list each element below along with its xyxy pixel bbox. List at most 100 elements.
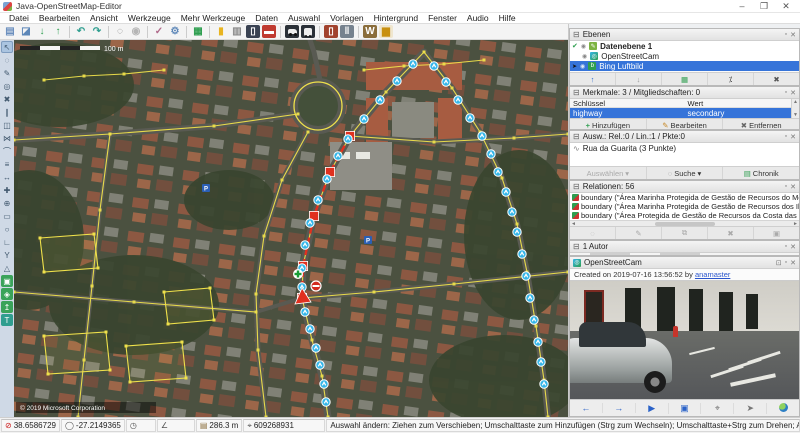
upload-osm-icon[interactable]: ↑ — [51, 25, 65, 38]
bus-icon[interactable] — [301, 25, 315, 38]
relation-edit-button[interactable]: ✎ — [616, 227, 662, 239]
detach-panel-icon[interactable]: ⊡ — [776, 259, 782, 267]
layer-visible-icon[interactable]: ◉ — [580, 63, 585, 70]
relation-duplicate-button[interactable]: ⧉ — [662, 227, 708, 239]
postbox-icon[interactable]: ▬ — [262, 25, 276, 38]
select-dropdown-button[interactable]: Auswählen ▾ — [570, 167, 647, 179]
collapse-icon[interactable]: ⊟ — [573, 30, 580, 39]
tags-scrollbar[interactable]: ▲ ▼ — [791, 99, 799, 118]
tool-zoom[interactable]: ◎ — [1, 80, 13, 92]
tool-draw[interactable]: ✎ — [1, 67, 13, 79]
osc-toggle-3[interactable]: ↥ — [1, 301, 13, 313]
history-icon[interactable]: ◉ — [129, 25, 143, 38]
photo-author-link[interactable]: anamaster — [695, 270, 730, 279]
stick-panel-icon[interactable]: ▫ — [785, 183, 787, 191]
wikipedia-icon[interactable]: W — [363, 25, 377, 38]
stick-panel-icon[interactable]: ▫ — [785, 89, 787, 97]
maximize-button[interactable]: ❐ — [753, 1, 775, 12]
download-osm-icon[interactable]: ↓ — [35, 25, 49, 38]
menu-hintergrund[interactable]: Hintergrund — [369, 13, 423, 23]
stick-panel-icon[interactable]: ▫ — [785, 243, 787, 251]
relation-list-item[interactable]: boundary ("Área Protegida de Gestão de R… — [570, 211, 799, 220]
layer-down-button[interactable]: ↓ — [616, 73, 662, 85]
add-tag-button[interactable]: + Hinzufügen — [570, 119, 647, 129]
layer-delete-button[interactable]: ✖ — [754, 73, 799, 85]
validate-icon[interactable]: ✓ — [152, 25, 166, 38]
open-file-icon[interactable]: ◪ — [19, 25, 33, 38]
relation-search-button[interactable]: ◌ — [570, 227, 616, 239]
layer-visible-icon[interactable]: ◉ — [581, 43, 586, 50]
relation-list-item[interactable]: boundary ("Área Marinha Protegida de Ges… — [570, 193, 799, 202]
tool-unglue[interactable]: Y — [1, 249, 13, 261]
new-file-icon[interactable]: ▤ — [3, 25, 17, 38]
elevator-icon[interactable]: ▥ — [230, 25, 244, 38]
stop-sequence-button[interactable]: ▣ — [669, 402, 702, 414]
traffic-signal-icon[interactable]: ▮ — [214, 25, 228, 38]
layer-row-bing[interactable]: ➤ ◉ b Bing Luftbild — [570, 61, 799, 71]
menu-fenster[interactable]: Fenster — [423, 13, 462, 23]
edit-tag-button[interactable]: ✎ Bearbeiten — [647, 119, 724, 129]
close-button[interactable]: ✕ — [775, 1, 797, 12]
tool-delete[interactable]: ✖ — [1, 93, 13, 105]
menu-vorlagen[interactable]: Vorlagen — [325, 13, 369, 23]
door-icon[interactable]: ▯ — [324, 25, 338, 38]
stick-panel-icon[interactable]: ▫ — [785, 31, 787, 39]
menu-werkzeuge[interactable]: Werkzeuge — [123, 13, 176, 23]
play-sequence-button[interactable]: ▶ — [636, 402, 669, 414]
osc-toggle-2[interactable]: ◈ — [1, 288, 13, 300]
layer-visible-icon[interactable]: ◉ — [582, 53, 587, 60]
relation-list-item[interactable]: boundary ("Área Marinha Protegida de Ges… — [570, 202, 799, 211]
minimize-button[interactable]: – — [731, 1, 753, 12]
undo-icon[interactable]: ↶ — [74, 25, 88, 38]
collapse-icon[interactable]: ⊟ — [573, 132, 580, 141]
close-panel-icon[interactable]: ✕ — [790, 243, 796, 251]
menu-hilfe[interactable]: Hilfe — [494, 13, 521, 23]
streetcam-photo[interactable] — [570, 280, 799, 399]
tool-extrude[interactable]: ◫ — [1, 119, 13, 131]
collapse-icon[interactable]: ⊟ — [573, 242, 580, 251]
osc-toggle-1[interactable]: ▣ — [1, 275, 13, 287]
menu-mehr-werkzeuge[interactable]: Mehr Werkzeuge — [176, 13, 251, 23]
history-button[interactable]: ▤ Chronik — [723, 167, 799, 179]
layer-row-data[interactable]: ✔ ◉ ✎ Datenebene 1 — [570, 41, 799, 51]
close-panel-icon[interactable]: ✕ — [790, 259, 796, 267]
close-panel-icon[interactable]: ✕ — [790, 31, 796, 39]
collapse-icon[interactable]: ⊟ — [573, 88, 580, 97]
layer-opacity-button[interactable]: ⁒ — [708, 73, 754, 85]
tool-add-node[interactable]: ✚ — [1, 184, 13, 196]
tool-select[interactable]: ↖ — [1, 41, 13, 53]
tool-align-circle[interactable]: ○ — [1, 223, 13, 235]
tool-rotate[interactable]: ⊕ — [1, 197, 13, 209]
menu-datei[interactable]: Datei — [4, 13, 34, 23]
remove-tag-button[interactable]: ✖ Entfernen — [723, 119, 799, 130]
stick-panel-icon[interactable]: ▫ — [785, 133, 787, 141]
car-icon[interactable] — [285, 25, 299, 38]
tool-reverse-way[interactable]: ↔ — [1, 171, 13, 183]
tag-row[interactable]: highway secondary — [570, 108, 799, 118]
preferences-icon[interactable]: ⚙ — [168, 25, 182, 38]
close-panel-icon[interactable]: ✕ — [790, 133, 796, 141]
chart-icon[interactable]: ▆ — [379, 25, 393, 38]
tool-improve-accuracy[interactable]: ⌒ — [1, 145, 13, 157]
close-panel-icon[interactable]: ✕ — [790, 183, 796, 191]
stick-panel-icon[interactable]: ▫ — [785, 259, 787, 267]
pedestrian-icon[interactable]: ‖ — [340, 25, 354, 38]
follow-mode-button[interactable]: ⌖ — [701, 402, 735, 414]
tool-orthogonalize[interactable]: ∟ — [1, 236, 13, 248]
direction-arrow-button[interactable]: ➤ — [734, 402, 768, 414]
layer-row-openstreetcam[interactable]: ◉ ◎ OpenStreetCam — [570, 51, 799, 61]
previous-photo-button[interactable]: ← — [570, 403, 603, 413]
relation-select-button[interactable]: ▣ — [754, 227, 799, 239]
next-photo-button[interactable]: → — [603, 403, 636, 413]
menu-audio[interactable]: Audio — [462, 13, 494, 23]
tool-measure[interactable]: △ — [1, 262, 13, 274]
zoom-icon[interactable]: ◌ — [113, 25, 127, 38]
menu-bearbeiten[interactable]: Bearbeiten — [34, 13, 85, 23]
map-canvas[interactable]: .yline{stroke:#efe14b;stroke-width:1.1;f… — [14, 40, 568, 417]
phone-icon[interactable]: ▯ — [246, 25, 260, 38]
selection-list-item[interactable]: ∿ Rua da Guarita (3 Punkte) — [570, 143, 799, 154]
layer-up-button[interactable]: ↑ — [570, 73, 616, 85]
relation-delete-button[interactable]: ✖ — [708, 227, 754, 239]
collapse-icon[interactable]: ⊟ — [573, 182, 580, 191]
tool-parallel[interactable]: ∥ — [1, 106, 13, 118]
